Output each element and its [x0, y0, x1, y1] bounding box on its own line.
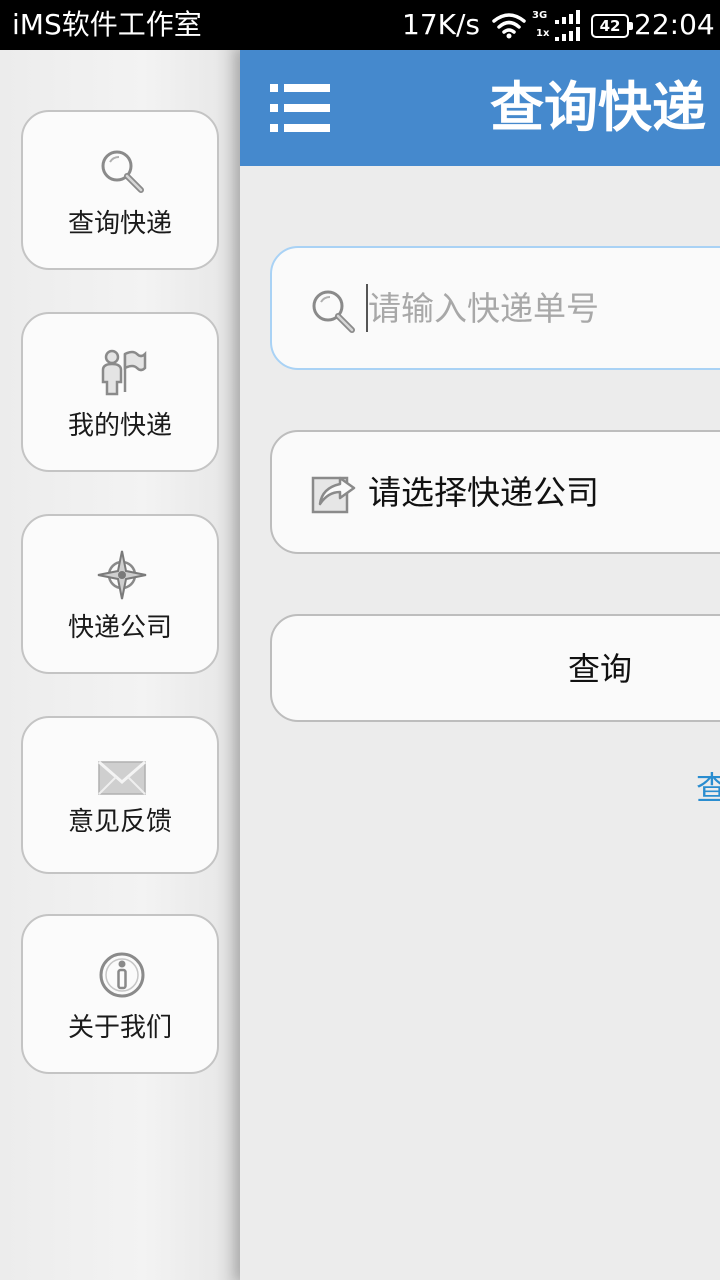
envelope-icon	[98, 760, 146, 795]
status-app-name: iMS软件工作室	[12, 8, 202, 41]
search-icon	[312, 290, 355, 333]
company-select-label: 请选择快递公司	[368, 473, 599, 512]
drawer-item-label: 关于我们	[67, 1013, 172, 1043]
cellular-signal-icon: 3G 1x	[532, 10, 584, 42]
drawer-item-about-us[interactable]: 关于我们	[21, 914, 219, 1074]
signal-1x-label: 1x	[536, 28, 550, 39]
info-icon	[99, 952, 145, 998]
network-speed: 17K/s	[402, 8, 481, 41]
tracking-number-input[interactable]	[368, 278, 720, 338]
drawer-item-express-companies[interactable]: 快递公司	[21, 514, 219, 674]
query-button[interactable]: 查询	[270, 614, 720, 722]
drawer-item-label: 意见反馈	[67, 807, 172, 837]
status-clock: 22:04	[634, 8, 715, 41]
drawer-item-label: 查询快递	[67, 209, 172, 239]
battery-icon: 42	[591, 14, 633, 38]
query-button-label: 查询	[568, 650, 633, 688]
app-header: 查询快递	[240, 50, 720, 166]
list-menu-icon[interactable]	[268, 82, 332, 134]
tracking-number-field[interactable]	[270, 246, 720, 370]
history-link[interactable]: 查	[696, 766, 720, 810]
company-select[interactable]: 请选择快递公司	[270, 430, 720, 554]
signal-3g-label: 3G	[532, 10, 548, 21]
main-content: 查询快递 请选择快递公司 查询 查	[240, 50, 720, 1280]
person-flag-icon	[101, 349, 147, 396]
edit-share-icon	[311, 476, 356, 514]
compass-icon	[97, 550, 147, 600]
navigation-drawer: 查询快递 我的快递 快递公司 意见反馈 关于我们	[0, 50, 240, 1280]
drawer-item-query-express[interactable]: 查询快递	[21, 110, 219, 270]
wifi-icon	[492, 13, 526, 39]
drawer-item-label: 我的快递	[67, 411, 172, 441]
drawer-item-label: 快递公司	[67, 613, 172, 643]
battery-level: 42	[599, 17, 621, 35]
page-title: 查询快递	[490, 76, 706, 139]
search-icon	[101, 150, 144, 193]
drawer-item-feedback[interactable]: 意见反馈	[21, 716, 219, 874]
drawer-item-my-express[interactable]: 我的快递	[21, 312, 219, 472]
status-bar: iMS软件工作室 17K/s 3G 1x 42 22:04	[0, 0, 720, 50]
